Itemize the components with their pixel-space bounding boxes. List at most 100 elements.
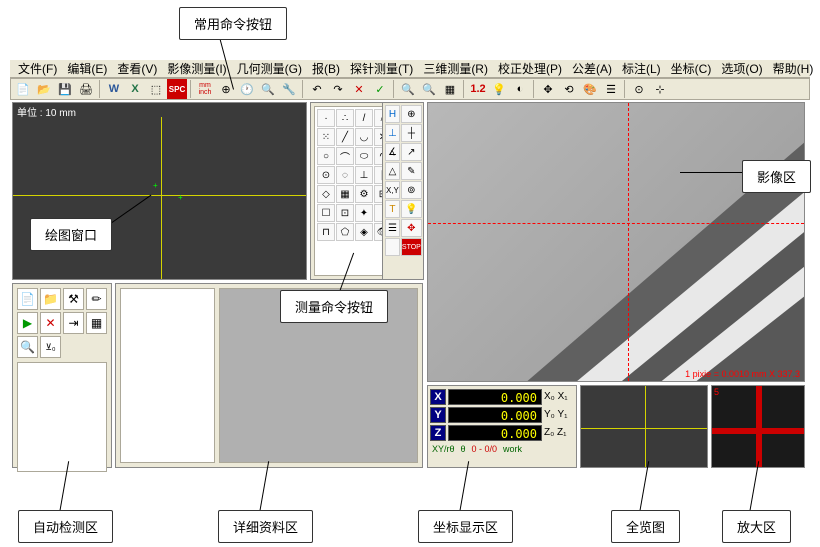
- meas-segment-icon[interactable]: ⊓: [317, 223, 335, 241]
- meas-dotted-circle-icon[interactable]: ◌: [336, 166, 354, 184]
- aux-move-icon[interactable]: ✥: [401, 219, 422, 237]
- aux-layers-icon[interactable]: ☰: [385, 219, 400, 237]
- menu-coord[interactable]: 坐标(C): [667, 60, 716, 77]
- menu-help[interactable]: 帮助(H): [769, 60, 818, 77]
- aux-triangle-icon[interactable]: △: [385, 162, 400, 180]
- auto-open-icon[interactable]: 📁: [40, 288, 61, 310]
- auto-run-icon[interactable]: ⚒: [63, 288, 84, 310]
- auto-origin-icon[interactable]: ⊻₀: [40, 336, 61, 358]
- coord-theta[interactable]: θ: [461, 444, 466, 454]
- meas-gear-icon[interactable]: ⚙: [355, 185, 373, 203]
- redo-icon[interactable]: ↷: [328, 79, 348, 99]
- spc-button[interactable]: SPC: [167, 79, 187, 99]
- aux-focus-icon[interactable]: ⊚: [401, 181, 422, 199]
- meas-line2-icon[interactable]: ╱: [336, 128, 354, 146]
- excel-icon[interactable]: X: [125, 79, 145, 99]
- auto-find-icon[interactable]: 🔍: [17, 336, 38, 358]
- auto-play-icon[interactable]: ▶: [17, 312, 38, 334]
- coord-mode[interactable]: XY/rθ: [432, 444, 455, 454]
- menu-option[interactable]: 选项(O): [717, 60, 766, 77]
- aux-bulb-icon[interactable]: 💡: [401, 200, 422, 218]
- menu-correct[interactable]: 校正处理(P): [494, 60, 566, 77]
- clock-icon[interactable]: 🕐: [237, 79, 257, 99]
- target-icon[interactable]: ⊙: [629, 79, 649, 99]
- auto-edit-icon[interactable]: ✏: [86, 288, 107, 310]
- rotate-icon[interactable]: ⟲: [559, 79, 579, 99]
- open-icon[interactable]: 📂: [34, 79, 54, 99]
- drawing-window[interactable]: 单位 : 10 mm + +: [12, 102, 307, 280]
- undo-icon[interactable]: ↶: [307, 79, 327, 99]
- menu-file[interactable]: 文件(F): [14, 60, 61, 77]
- detail-list[interactable]: [120, 288, 215, 463]
- z-axis-button[interactable]: Z: [430, 425, 446, 441]
- x-axis-button[interactable]: X: [430, 389, 446, 405]
- confirm-icon[interactable]: ✓: [370, 79, 390, 99]
- meas-line-icon[interactable]: /: [355, 109, 373, 127]
- meas-window-icon[interactable]: ⊡: [336, 204, 354, 222]
- auto-step-icon[interactable]: ⇥: [63, 312, 84, 334]
- menu-tolerance[interactable]: 公差(A): [568, 60, 616, 77]
- new-icon[interactable]: 📄: [13, 79, 33, 99]
- aux-stop-icon[interactable]: STOP: [401, 238, 422, 256]
- auto-grid-icon[interactable]: ▦: [86, 312, 107, 334]
- aux-line-icon[interactable]: ↗: [401, 143, 422, 161]
- menu-image-meas[interactable]: 影像测量(I): [163, 60, 230, 77]
- aux-pencil-icon[interactable]: ✎: [401, 162, 422, 180]
- y-axis-button[interactable]: Y: [430, 407, 446, 423]
- meas-arc-icon[interactable]: ◡: [355, 128, 373, 146]
- mm-inch-toggle[interactable]: mminch: [195, 79, 215, 99]
- auto-stop-icon[interactable]: ✕: [40, 312, 61, 334]
- video-area[interactable]: 1 pixie = 0.0010 mm X 337.3: [427, 102, 805, 382]
- meas-diamond2-icon[interactable]: ◈: [355, 223, 373, 241]
- decimal-button[interactable]: 1.2: [468, 79, 488, 99]
- meas-diamond-icon[interactable]: ◇: [317, 185, 335, 203]
- meas-box-icon[interactable]: ☐: [317, 204, 335, 222]
- meas-shape-icon[interactable]: ⬠: [336, 223, 354, 241]
- zoom-area[interactable]: 5: [711, 385, 805, 468]
- aux-xy-icon[interactable]: X,Y: [385, 181, 400, 199]
- meas-point-icon[interactable]: ·: [317, 109, 335, 127]
- search-icon[interactable]: 🔍: [258, 79, 278, 99]
- wrench-icon[interactable]: 🔧: [279, 79, 299, 99]
- meas-pattern-icon[interactable]: ▦: [336, 185, 354, 203]
- auto-new-icon[interactable]: 📄: [17, 288, 38, 310]
- adjust-icon[interactable]: ◐: [510, 79, 530, 99]
- axis-icon[interactable]: ⊹: [650, 79, 670, 99]
- menu-geom-meas[interactable]: 几何测量(G): [233, 60, 306, 77]
- cancel-icon[interactable]: ✕: [349, 79, 369, 99]
- menu-b[interactable]: 报(B): [308, 60, 344, 77]
- menu-view[interactable]: 查看(V): [113, 60, 161, 77]
- aux-h-dist-icon[interactable]: H: [385, 105, 400, 123]
- meas-points-icon[interactable]: ∴: [336, 109, 354, 127]
- aux-text-icon[interactable]: T: [385, 200, 400, 218]
- meas-ellipse-icon[interactable]: ⬭: [355, 147, 373, 165]
- move-icon[interactable]: ✥: [538, 79, 558, 99]
- meas-scatter-icon[interactable]: ⁙: [317, 128, 335, 146]
- zoom-in-icon[interactable]: 🔍: [398, 79, 418, 99]
- menu-probe-meas[interactable]: 探针测量(T): [346, 60, 417, 77]
- meas-circle-icon[interactable]: ○: [317, 147, 335, 165]
- aux-angle-icon[interactable]: ∡: [385, 143, 400, 161]
- overview-area[interactable]: [580, 385, 708, 468]
- meas-arc2-icon[interactable]: ⌒: [336, 147, 354, 165]
- auto-program-list[interactable]: [17, 362, 107, 472]
- meas-circle2-icon[interactable]: ⊙: [317, 166, 335, 184]
- word-icon[interactable]: W: [104, 79, 124, 99]
- aux-coord-icon[interactable]: ┼: [401, 124, 422, 142]
- grid-icon[interactable]: ▦: [440, 79, 460, 99]
- meas-vert-icon[interactable]: ⊥: [355, 166, 373, 184]
- save-icon[interactable]: 💾: [55, 79, 75, 99]
- meas-star-icon[interactable]: ✦: [355, 204, 373, 222]
- layers-icon[interactable]: ☰: [601, 79, 621, 99]
- aux-origin-icon[interactable]: ⊕: [401, 105, 422, 123]
- zoom-out-icon[interactable]: 🔍: [419, 79, 439, 99]
- light-icon[interactable]: 💡: [489, 79, 509, 99]
- menu-edit[interactable]: 编辑(E): [63, 60, 111, 77]
- menu-threed-meas[interactable]: 三维测量(R): [419, 60, 492, 77]
- coord-work[interactable]: work: [503, 444, 522, 454]
- menu-annotate[interactable]: 标注(L): [618, 60, 665, 77]
- aux-v-dist-icon[interactable]: ⊥: [385, 124, 400, 142]
- dxf-icon[interactable]: ⬚: [146, 79, 166, 99]
- palette-icon[interactable]: 🎨: [580, 79, 600, 99]
- print-icon[interactable]: 🖨: [76, 79, 96, 99]
